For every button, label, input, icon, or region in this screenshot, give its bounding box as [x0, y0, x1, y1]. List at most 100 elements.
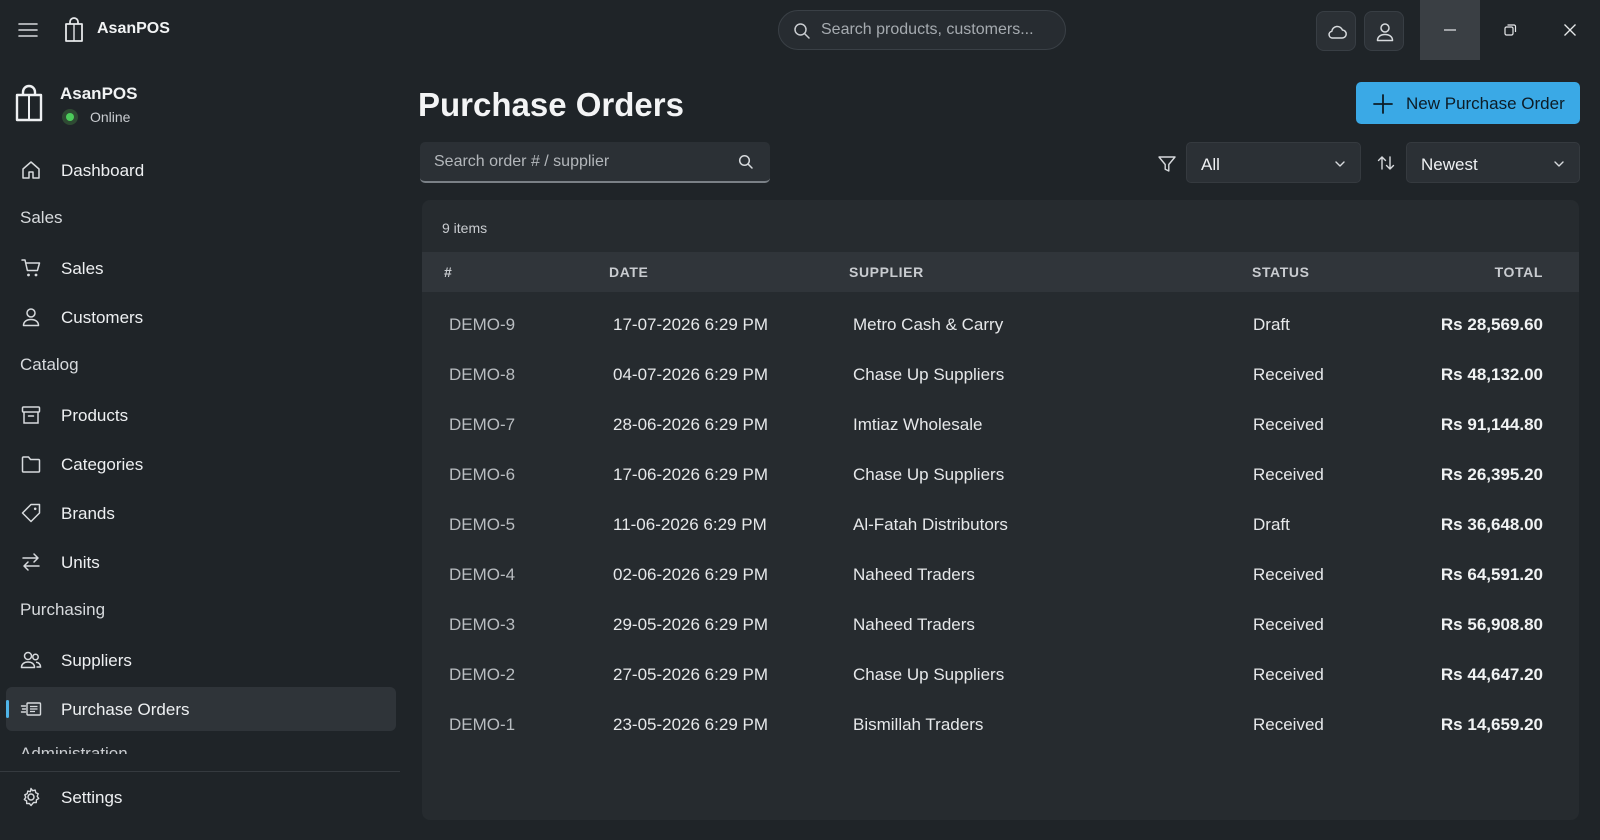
order-total: Rs 91,144.80: [1440, 415, 1543, 434]
sidebar: AsanPOS Online Dashboard Sales Sales Cus…: [0, 60, 400, 840]
hamburger-menu-icon[interactable]: [16, 18, 40, 42]
app-name: AsanPOS: [97, 20, 170, 37]
sidebar-divider: [0, 771, 400, 772]
new-purchase-order-label: New Purchase Order: [1406, 94, 1565, 113]
order-number: DEMO-5: [449, 515, 516, 534]
purchase-orders-table: 9 items # DATE SUPPLIER STATUS TOTAL DEM…: [422, 200, 1579, 820]
home-icon: [20, 159, 42, 181]
minimize-button[interactable]: [1420, 0, 1480, 60]
status-filter-dropdown[interactable]: All: [1186, 142, 1361, 183]
column-header-date[interactable]: DATE: [609, 264, 648, 280]
brand-logo-icon: [13, 84, 45, 124]
order-total: Rs 28,569.60: [1440, 315, 1543, 334]
table-row[interactable]: DEMO-9 17-07-2026 6:29 PM Metro Cash & C…: [422, 300, 1579, 350]
order-search[interactable]: [420, 142, 770, 183]
delivery-truck-icon: [20, 698, 42, 720]
order-search-input[interactable]: [434, 142, 724, 181]
order-number: DEMO-9: [449, 315, 516, 334]
table-row[interactable]: DEMO-7 28-06-2026 6:29 PM Imtiaz Wholesa…: [422, 400, 1579, 450]
table-body: DEMO-9 17-07-2026 6:29 PM Metro Cash & C…: [422, 300, 1579, 750]
nav-item-units[interactable]: Units: [6, 540, 396, 584]
sort-value: Newest: [1421, 155, 1478, 174]
table-row[interactable]: DEMO-4 02-06-2026 6:29 PM Naheed Traders…: [422, 550, 1579, 600]
order-supplier: Bismillah Traders: [853, 715, 984, 734]
order-status: Received: [1253, 665, 1324, 684]
table-row[interactable]: DEMO-3 29-05-2026 6:29 PM Naheed Traders…: [422, 600, 1579, 650]
order-date: 04-07-2026 6:29 PM: [613, 365, 768, 384]
order-supplier: Al-Fatah Distributors: [853, 515, 1008, 534]
brand-name: AsanPOS: [60, 84, 138, 103]
sort-dropdown[interactable]: Newest: [1406, 142, 1580, 183]
order-date: 17-06-2026 6:29 PM: [613, 465, 768, 484]
filter-icon: [1157, 154, 1177, 174]
cloud-icon: [1328, 25, 1347, 39]
column-header-number[interactable]: #: [444, 264, 452, 280]
order-date: 23-05-2026 6:29 PM: [613, 715, 768, 734]
section-header-sales: Sales: [20, 208, 63, 227]
order-supplier: Metro Cash & Carry: [853, 315, 1004, 334]
order-supplier: Imtiaz Wholesale: [853, 415, 983, 434]
search-icon[interactable]: [738, 154, 754, 170]
table-row[interactable]: DEMO-1 23-05-2026 6:29 PM Bismillah Trad…: [422, 700, 1579, 750]
table-row[interactable]: DEMO-2 27-05-2026 6:29 PM Chase Up Suppl…: [422, 650, 1579, 700]
global-search-input[interactable]: [821, 11, 1057, 49]
table-header: # DATE SUPPLIER STATUS TOTAL: [422, 252, 1579, 292]
order-date: 28-06-2026 6:29 PM: [613, 415, 768, 434]
order-supplier: Naheed Traders: [853, 615, 975, 634]
title-bar: AsanPOS: [0, 0, 1600, 60]
order-status: Received: [1253, 565, 1324, 584]
section-header-catalog: Catalog: [20, 355, 79, 374]
user-icon: [1376, 23, 1394, 42]
close-button[interactable]: [1540, 0, 1600, 60]
cart-icon: [20, 257, 42, 279]
cloud-sync-button[interactable]: [1316, 11, 1356, 51]
user-icon: [20, 306, 42, 328]
nav-label: Purchase Orders: [61, 700, 190, 719]
table-row[interactable]: DEMO-6 17-06-2026 6:29 PM Chase Up Suppl…: [422, 450, 1579, 500]
order-number: DEMO-2: [449, 665, 516, 684]
nav-item-products[interactable]: Products: [6, 393, 396, 437]
order-total: Rs 36,648.00: [1440, 515, 1543, 534]
nav-item-purchase-orders[interactable]: Purchase Orders: [6, 687, 396, 731]
nav-item-categories[interactable]: Categories: [6, 442, 396, 486]
column-header-supplier[interactable]: SUPPLIER: [849, 264, 924, 280]
nav-item-brands[interactable]: Brands: [6, 491, 396, 535]
order-total: Rs 26,395.20: [1440, 465, 1543, 484]
order-number: DEMO-8: [449, 365, 516, 384]
order-date: 11-06-2026 6:29 PM: [613, 515, 767, 534]
nav-label: Customers: [61, 308, 144, 327]
section-header-administration: Administration: [20, 744, 128, 754]
restore-icon: [1504, 24, 1517, 36]
column-header-total[interactable]: TOTAL: [1495, 264, 1543, 280]
online-status-indicator: [62, 109, 78, 125]
folder-icon: [20, 453, 42, 475]
nav-item-dashboard[interactable]: Dashboard: [6, 148, 396, 192]
nav-label: Units: [61, 553, 100, 572]
nav-item-sales[interactable]: Sales: [6, 246, 396, 290]
nav-item-customers[interactable]: Customers: [6, 295, 396, 339]
order-status: Draft: [1253, 515, 1290, 534]
order-date: 17-07-2026 6:29 PM: [613, 315, 768, 334]
nav-label: Suppliers: [61, 651, 132, 670]
order-total: Rs 64,591.20: [1440, 565, 1543, 584]
sort-arrows-icon: [1376, 153, 1396, 173]
nav-item-settings[interactable]: Settings: [6, 775, 396, 819]
order-number: DEMO-7: [449, 415, 516, 434]
new-purchase-order-button[interactable]: New Purchase Order: [1356, 82, 1580, 124]
nav-item-suppliers[interactable]: Suppliers: [6, 638, 396, 682]
minimize-icon: [1444, 29, 1456, 31]
nav-label: Dashboard: [61, 161, 145, 180]
restore-button[interactable]: [1480, 0, 1540, 60]
chevron-down-icon: [1553, 158, 1565, 170]
order-date: 27-05-2026 6:29 PM: [613, 665, 768, 684]
global-search[interactable]: [778, 10, 1066, 50]
order-supplier: Chase Up Suppliers: [853, 665, 1005, 684]
table-row[interactable]: DEMO-5 11-06-2026 6:29 PM Al-Fatah Distr…: [422, 500, 1579, 550]
order-status: Received: [1253, 615, 1324, 634]
people-icon: [20, 649, 42, 671]
tag-icon: [20, 502, 42, 524]
table-row[interactable]: DEMO-8 04-07-2026 6:29 PM Chase Up Suppl…: [422, 350, 1579, 400]
column-header-status[interactable]: STATUS: [1252, 264, 1310, 280]
close-icon: [1564, 24, 1576, 36]
account-button[interactable]: [1364, 11, 1404, 51]
